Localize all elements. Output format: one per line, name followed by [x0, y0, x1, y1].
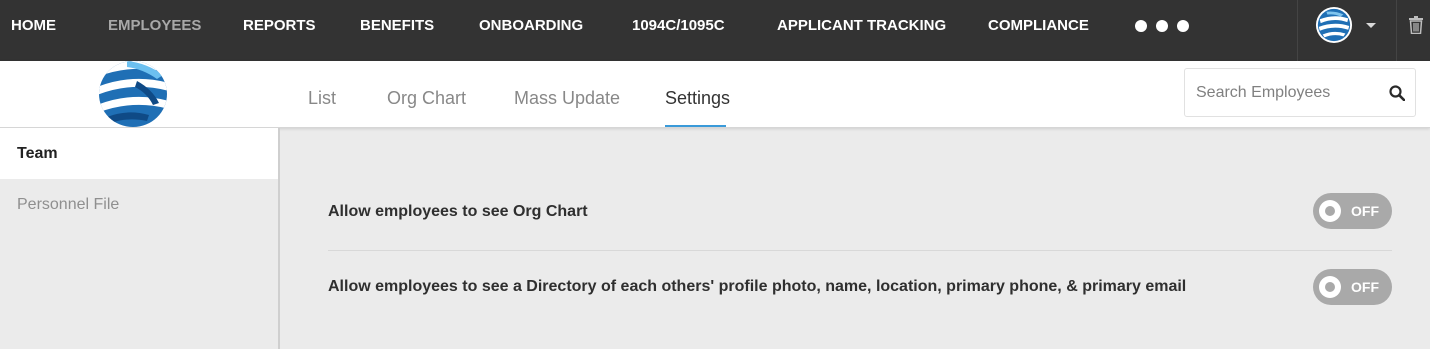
- org-chart-toggle[interactable]: OFF: [1313, 193, 1392, 229]
- toggle-knob: [1319, 200, 1341, 222]
- active-tab-indicator: [665, 125, 726, 127]
- search-box: [1184, 68, 1416, 117]
- dot: [1135, 20, 1147, 32]
- tab-list[interactable]: List: [308, 88, 336, 109]
- sidebar-item-team[interactable]: Team: [0, 128, 278, 179]
- search-icon[interactable]: [1389, 85, 1405, 101]
- dot: [1156, 20, 1168, 32]
- caret-down-icon[interactable]: [1366, 23, 1376, 28]
- search-input[interactable]: [1185, 69, 1375, 116]
- tab-org-chart[interactable]: Org Chart: [387, 88, 466, 109]
- toggle-knob: [1319, 276, 1341, 298]
- more-dots-icon[interactable]: [1135, 20, 1189, 32]
- dot: [1177, 20, 1189, 32]
- tab-mass-update[interactable]: Mass Update: [514, 88, 620, 109]
- tab-settings[interactable]: Settings: [665, 88, 730, 109]
- nav-divider: [1297, 0, 1298, 61]
- nav-applicant-tracking[interactable]: APPLICANT TRACKING: [777, 0, 946, 52]
- toggle-state-label: OFF: [1351, 203, 1379, 219]
- nav-home[interactable]: HOME: [11, 0, 56, 52]
- globe-logo-icon: [99, 61, 167, 127]
- row-divider: [328, 250, 1392, 251]
- settings-sidebar: Team Personnel File: [0, 128, 280, 349]
- setting-label-org-chart: Allow employees to see Org Chart: [328, 203, 588, 220]
- nav-benefits[interactable]: BENEFITS: [360, 0, 434, 52]
- top-navigation-bar: HOME EMPLOYEES REPORTS BENEFITS ONBOARDI…: [0, 0, 1430, 61]
- nav-divider: [1396, 0, 1397, 61]
- nav-reports[interactable]: REPORTS: [243, 0, 316, 52]
- toggle-state-label: OFF: [1351, 279, 1379, 295]
- setting-label-directory: Allow employees to see a Directory of ea…: [328, 278, 1187, 295]
- nav-1094c-1095c[interactable]: 1094C/1095C: [632, 0, 725, 52]
- nav-employees[interactable]: EMPLOYEES: [108, 0, 201, 52]
- globe-avatar-icon[interactable]: [1315, 6, 1353, 44]
- directory-toggle[interactable]: OFF: [1313, 269, 1392, 305]
- trash-icon[interactable]: [1409, 16, 1423, 34]
- sidebar-item-personnel-file[interactable]: Personnel File: [0, 179, 278, 230]
- nav-compliance[interactable]: COMPLIANCE: [988, 0, 1089, 52]
- nav-onboarding[interactable]: ONBOARDING: [479, 0, 583, 52]
- employees-subheader: List Org Chart Mass Update Settings: [0, 61, 1430, 128]
